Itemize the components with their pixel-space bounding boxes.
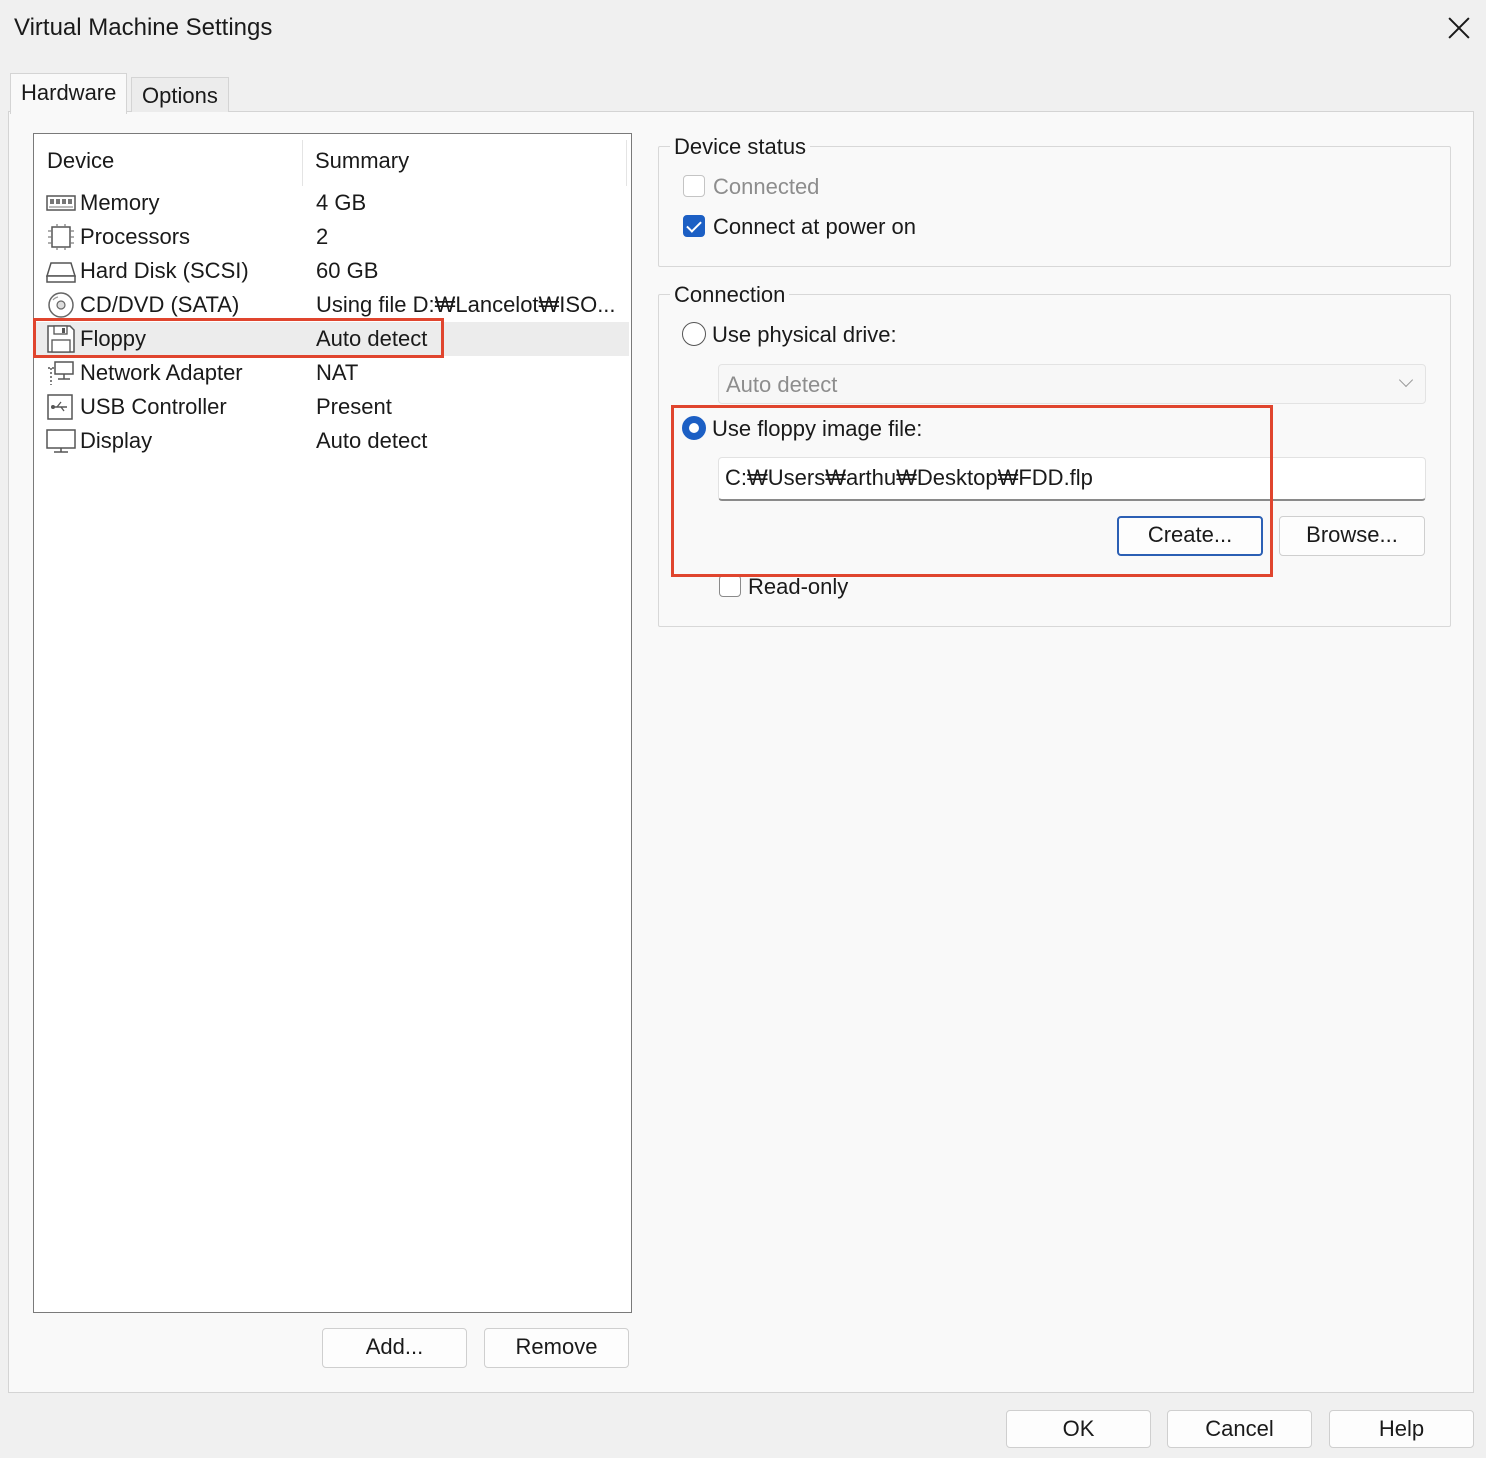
connect-at-power-on-checkbox[interactable] — [683, 215, 705, 237]
add-device-button[interactable]: Add... — [322, 1328, 467, 1368]
device-row-usb-controller[interactable]: USB Controller Present — [36, 390, 629, 424]
device-summary: 4 GB — [316, 190, 367, 215]
device-row-display[interactable]: Display Auto detect — [36, 424, 629, 458]
usb-icon — [47, 394, 73, 420]
device-name: Processors — [80, 224, 191, 249]
cd-dvd-icon — [48, 292, 74, 318]
read-only-checkbox[interactable] — [719, 575, 741, 597]
device-row-processors[interactable]: Processors 2 — [36, 220, 629, 254]
physical-drive-value: Auto detect — [726, 372, 838, 397]
device-name: Network Adapter — [80, 360, 243, 385]
device-list[interactable]: Device Summary Memory 4 GB Processors 2 — [33, 133, 632, 1313]
device-column-header[interactable]: Device — [47, 148, 114, 174]
device-row-floppy[interactable]: Floppy Auto detect — [36, 322, 629, 356]
connected-checkbox[interactable] — [683, 175, 705, 197]
device-name: Display — [80, 428, 153, 453]
device-name: Hard Disk (SCSI) — [80, 258, 249, 283]
device-row-hard-disk[interactable]: Hard Disk (SCSI) 60 GB — [36, 254, 629, 288]
image-path-field[interactable] — [718, 457, 1426, 501]
use-physical-drive-radio[interactable] — [682, 322, 706, 346]
device-name: USB Controller — [80, 394, 227, 419]
chevron-down-icon — [1398, 372, 1414, 388]
device-name: CD/DVD (SATA) — [80, 292, 240, 317]
remove-device-button[interactable]: Remove — [484, 1328, 629, 1368]
use-physical-drive-label[interactable]: Use physical drive: — [712, 322, 897, 348]
read-only-label[interactable]: Read-only — [748, 574, 848, 600]
physical-drive-select[interactable]: Auto detect — [718, 364, 1426, 404]
device-status-label: Device status — [670, 134, 811, 160]
device-summary: 60 GB — [316, 258, 379, 283]
use-floppy-image-radio[interactable] — [682, 416, 706, 440]
network-adapter-icon — [48, 361, 74, 385]
device-name: Memory — [80, 190, 160, 215]
device-row-network-adapter[interactable]: Network Adapter NAT — [36, 356, 629, 390]
device-name: Floppy — [80, 326, 147, 351]
use-floppy-image-label[interactable]: Use floppy image file: — [712, 416, 922, 442]
memory-icon — [46, 195, 76, 211]
browse-button[interactable]: Browse... — [1279, 516, 1425, 556]
device-summary: NAT — [316, 360, 359, 385]
summary-column-header[interactable]: Summary — [315, 148, 409, 174]
tab-options[interactable]: Options — [131, 77, 229, 112]
cancel-button[interactable]: Cancel — [1167, 1410, 1312, 1448]
ok-button[interactable]: OK — [1006, 1410, 1151, 1448]
device-summary: 2 — [316, 224, 329, 249]
image-path-input[interactable] — [725, 465, 1415, 491]
processor-icon — [48, 224, 74, 250]
window-title: Virtual Machine Settings — [14, 14, 273, 41]
floppy-icon — [47, 325, 75, 353]
tab-hardware[interactable]: Hardware — [10, 73, 128, 114]
hard-disk-icon — [46, 262, 76, 283]
close-icon[interactable] — [1440, 10, 1478, 48]
create-button[interactable]: Create... — [1117, 516, 1263, 556]
connected-label: Connected — [713, 174, 820, 199]
display-icon — [46, 429, 76, 453]
device-row-memory[interactable]: Memory 4 GB — [36, 186, 629, 220]
device-summary: Present — [316, 394, 392, 419]
device-summary: Auto detect — [316, 428, 428, 453]
device-status-group — [658, 146, 1451, 267]
column-divider — [626, 140, 627, 186]
connect-at-power-on-label[interactable]: Connect at power on — [713, 214, 916, 240]
connection-label: Connection — [670, 282, 790, 308]
device-summary: Auto detect — [316, 326, 428, 351]
device-summary: Using file D:₩Lancelot₩ISO... — [316, 292, 616, 317]
device-row-cd-dvd[interactable]: CD/DVD (SATA) Using file D:₩Lancelot₩ISO… — [36, 288, 629, 322]
help-button[interactable]: Help — [1329, 1410, 1474, 1448]
column-divider — [302, 140, 303, 186]
